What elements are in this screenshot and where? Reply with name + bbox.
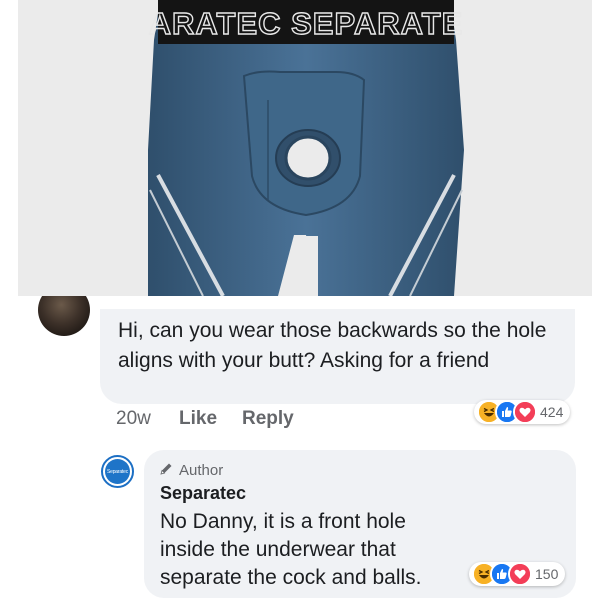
- comment-text: Hi, can you wear those backwards so the …: [118, 319, 547, 372]
- reply-reactions[interactable]: 150: [469, 562, 566, 586]
- pencil-icon: [160, 462, 173, 479]
- comment-timestamp[interactable]: 20w: [116, 408, 179, 430]
- page-avatar[interactable]: Separatec: [101, 455, 134, 488]
- comment-bubble: Hi, can you wear those backwards so the …: [100, 309, 575, 404]
- love-icon: [513, 400, 537, 424]
- post-image[interactable]: ARATEC SEPARATE: [18, 0, 592, 296]
- author-badge: Author: [160, 460, 562, 480]
- commenter-avatar[interactable]: [38, 296, 90, 336]
- love-icon: [508, 562, 532, 586]
- reply-text: No Danny, it is a front hole inside the …: [160, 510, 422, 589]
- reaction-count: 150: [535, 566, 559, 582]
- comment-reactions[interactable]: 424: [474, 400, 571, 424]
- reaction-count: 424: [540, 404, 564, 420]
- waistband-text: ARATEC SEPARATE: [149, 6, 464, 41]
- author-badge-label: Author: [179, 461, 224, 479]
- page-avatar-text: Separatec: [105, 459, 130, 484]
- reply-author-name[interactable]: Separatec: [160, 483, 562, 504]
- like-button[interactable]: Like: [179, 408, 242, 430]
- comment-actions: 20w Like Reply: [116, 408, 294, 430]
- reply-button[interactable]: Reply: [242, 408, 294, 430]
- underwear-illustration: ARATEC SEPARATE: [148, 0, 464, 296]
